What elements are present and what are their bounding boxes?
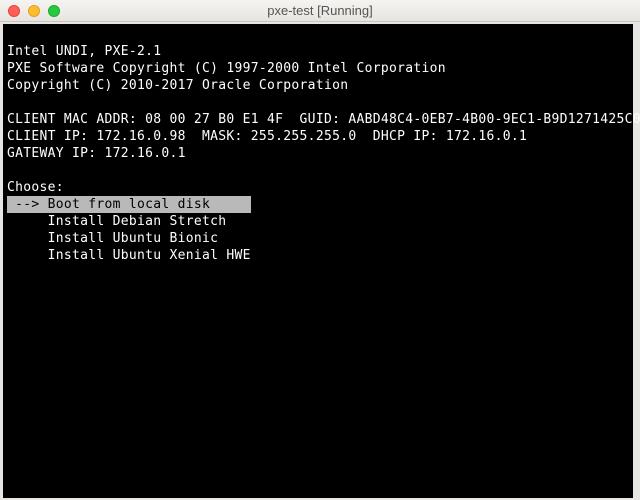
menu-item-ubuntu-bionic[interactable]: Install Ubuntu Bionic (7, 230, 629, 247)
menu-prompt: Choose: (7, 180, 64, 195)
menu-item-label: Install Ubuntu Xenial HWE (48, 248, 251, 263)
pxe-net-1: CLIENT MAC ADDR: 08 00 27 B0 E1 4F GUID:… (7, 112, 640, 127)
menu-pad (7, 231, 48, 246)
menu-pad (7, 214, 48, 229)
window-title: pxe-test [Running] (0, 3, 640, 18)
window-controls (8, 5, 60, 17)
titlebar[interactable]: pxe-test [Running] (0, 0, 640, 22)
pxe-net-2: CLIENT IP: 172.16.0.98 MASK: 255.255.255… (7, 129, 527, 144)
menu-item-label: Boot from local disk (48, 197, 251, 212)
menu-item-label: Install Ubuntu Bionic (48, 231, 219, 246)
menu-item-label: Install Debian Stretch (48, 214, 227, 229)
pxe-header-2: PXE Software Copyright (C) 1997-2000 Int… (7, 61, 446, 76)
close-icon[interactable] (8, 5, 20, 17)
terminal-screen: Intel UNDI, PXE-2.1 PXE Software Copyrig… (3, 24, 633, 498)
menu-item-boot-local[interactable]: --> Boot from local disk (7, 196, 629, 213)
pxe-header-1: Intel UNDI, PXE-2.1 (7, 44, 161, 59)
menu-arrow: --> (7, 197, 48, 212)
maximize-icon[interactable] (48, 5, 60, 17)
menu-item-debian-stretch[interactable]: Install Debian Stretch (7, 213, 629, 230)
pxe-net-3: GATEWAY IP: 172.16.0.1 (7, 146, 186, 161)
pxe-header-3: Copyright (C) 2010-2017 Oracle Corporati… (7, 78, 348, 93)
minimize-icon[interactable] (28, 5, 40, 17)
menu-item-ubuntu-xenial-hwe[interactable]: Install Ubuntu Xenial HWE (7, 247, 629, 264)
menu-pad (7, 248, 48, 263)
